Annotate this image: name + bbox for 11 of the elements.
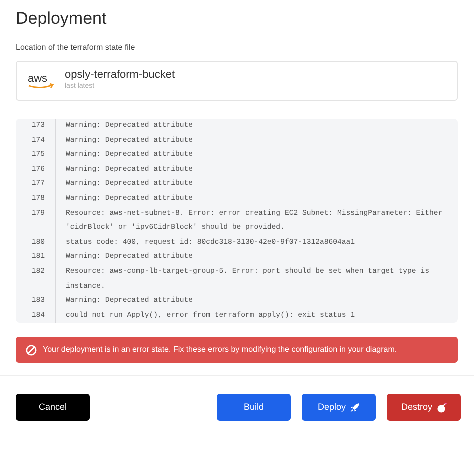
alert-message: Your deployment is in an error state. Fix these errors by modifying the configuration in your diagram. [43, 344, 398, 356]
ban-icon [26, 344, 37, 356]
field-label: Location of the terraform state file [16, 42, 136, 54]
destroy-button[interactable]: Destroy [387, 394, 461, 422]
build-button[interactable]: Build [217, 394, 291, 422]
deploy-button[interactable]: Deploy [302, 394, 376, 422]
dialog-title: Deployment [16, 8, 108, 30]
bucket-name: opsly-terraform-bucket [65, 69, 176, 82]
bomb-icon [436, 402, 446, 413]
cancel-button[interactable]: Cancel [16, 394, 90, 422]
rocket-icon [350, 402, 360, 413]
